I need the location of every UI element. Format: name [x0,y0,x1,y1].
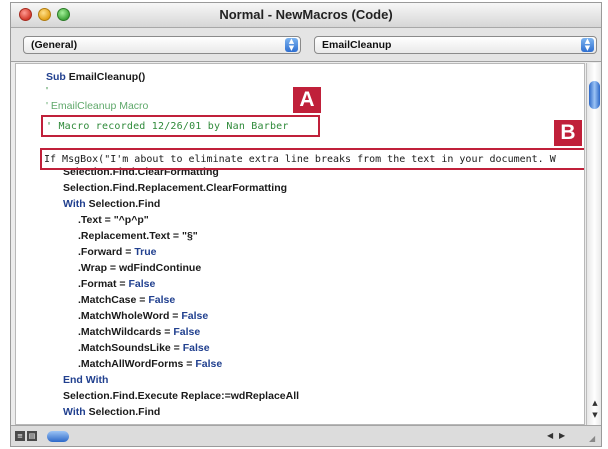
keyword: False [181,310,209,322]
scroll-thumb[interactable] [589,81,600,109]
window-title: Normal - NewMacros (Code) [219,7,393,22]
code-line: Selection.Find.Replacement.ClearFormatti… [63,182,288,194]
code-line: .Text = "^p^p" [78,214,149,226]
keyword: With [63,198,86,210]
keyword: False [173,326,201,338]
code-line: .MatchWholeWord = False [78,309,208,324]
code-line: .MatchAllWordForms = False [78,357,222,372]
keyword: False [128,278,156,290]
keyword: False [182,342,210,354]
callout-b-badge: B [554,120,582,146]
keyword: With [63,406,86,418]
keyword: False [148,294,176,306]
code-line: .Forward = True [78,245,157,260]
code-line: End With [63,374,109,386]
property: .Forward = [78,246,135,258]
code-line: Sub EmailCleanup() [46,70,145,85]
procedure-dropdown-value: EmailCleanup [322,39,392,51]
with-target: Selection.Find [88,406,161,418]
callout-b-box [40,148,584,170]
sub-name: EmailCleanup() [65,71,146,83]
code-line: .Wrap = wdFindContinue [78,262,202,274]
code-line: .MatchCase = False [78,293,175,308]
procedure-bar: (General) ▲ ▼ EmailCleanup ▲ ▼ [11,28,601,62]
code-line: .MatchWildcards = False [78,325,200,340]
code-line: Selection.Find.Execute Replace:=wdReplac… [63,390,300,402]
dropdown-arrows-icon: ▲ ▼ [285,38,298,52]
with-target: Selection.Find [85,198,161,210]
vertical-scrollbar[interactable]: ▲ ▼ [586,63,601,425]
bottom-bar: ≡ ▤ ◀ ▶ ◢ [11,425,601,446]
code-line: With Selection.Find [63,197,160,212]
object-dropdown[interactable]: (General) ▲ ▼ [23,36,301,54]
keyword: Sub [46,71,66,83]
procedure-dropdown[interactable]: EmailCleanup ▲ ▼ [314,36,597,54]
code-editor[interactable]: Sub EmailCleanup() ' ' EmailCleanup Macr… [15,63,585,425]
code-line: .Format = False [78,277,155,292]
title-bar[interactable]: Normal - NewMacros (Code) [11,3,601,28]
scroll-up-arrow-icon[interactable]: ▲ [590,399,600,407]
code-area[interactable]: Sub EmailCleanup() ' ' EmailCleanup Macr… [16,64,584,424]
property: .MatchAllWordForms = [78,358,196,370]
scroll-right-arrow-icon[interactable]: ▶ [559,431,565,440]
comment-line: ' EmailCleanup Macro [46,100,149,112]
module-view-icon[interactable]: ▤ [27,431,37,441]
code-line: .Replacement.Text = "§" [78,230,198,242]
dropdown-arrows-icon: ▲ ▼ [581,38,594,52]
code-window: Normal - NewMacros (Code) (General) ▲ ▼ E… [10,2,602,447]
horizontal-scroll-thumb[interactable] [47,431,69,442]
scroll-left-arrow-icon[interactable]: ◀ [547,431,553,440]
keyword: True [134,246,157,258]
scroll-down-arrow-icon[interactable]: ▼ [590,411,600,419]
property: .MatchWildcards = [78,326,174,338]
callout-a-badge: A [293,87,321,113]
property: .MatchSoundsLike = [78,342,183,354]
property: .MatchWholeWord = [78,310,182,322]
callout-a-box [41,115,320,137]
object-dropdown-value: (General) [31,39,78,51]
code-line: With Selection.Find [63,405,160,420]
property: .MatchCase = [78,294,149,306]
procedure-view-icon[interactable]: ≡ [15,431,25,441]
keyword: False [195,358,223,370]
code-line: .MatchSoundsLike = False [78,341,210,356]
comment-line: ' [46,85,49,97]
property: .Format = [78,278,129,290]
resize-grip-icon[interactable]: ◢ [589,434,599,444]
